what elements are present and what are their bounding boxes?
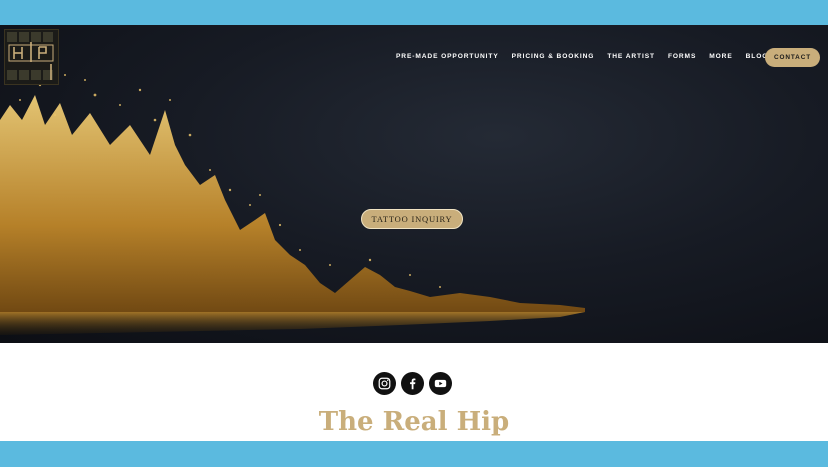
facebook-link[interactable] (401, 372, 424, 395)
hero-banner: PRE-MADE OPPORTUNITY PRICING & BOOKING T… (0, 25, 828, 343)
top-band (0, 0, 828, 25)
youtube-icon (434, 379, 447, 388)
site-logo[interactable] (4, 29, 59, 85)
nav-the-artist[interactable]: THE ARTIST (607, 53, 655, 60)
page-title: The Real Hip (318, 407, 510, 437)
youtube-link[interactable] (429, 372, 452, 395)
tattoo-inquiry-button[interactable]: TATTOO INQUIRY (361, 209, 463, 229)
main-nav: PRE-MADE OPPORTUNITY PRICING & BOOKING T… (396, 53, 781, 60)
nav-pricing-booking[interactable]: PRICING & BOOKING (512, 53, 595, 60)
content-section: The Real Hip (0, 343, 828, 441)
bottom-band (0, 441, 828, 467)
facebook-icon (410, 378, 416, 390)
social-bar (373, 372, 452, 395)
gold-splash-image (0, 74, 585, 335)
instagram-icon (378, 377, 391, 390)
hip-monogram-logo (5, 30, 58, 84)
nav-more[interactable]: MORE (709, 53, 732, 60)
contact-button[interactable]: CONTACT (765, 48, 820, 67)
nav-pre-made-opportunity[interactable]: PRE-MADE OPPORTUNITY (396, 53, 499, 60)
nav-forms[interactable]: FORMS (668, 53, 696, 60)
instagram-link[interactable] (373, 372, 396, 395)
